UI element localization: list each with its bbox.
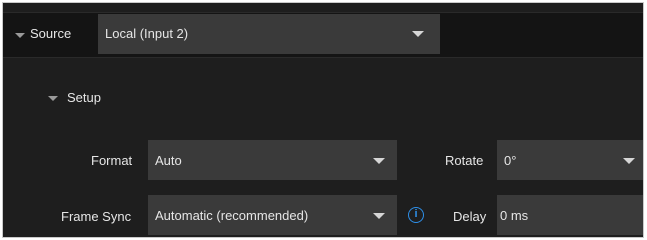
rotate-dropdown[interactable]: 0° [497,140,643,180]
source-row: Source Local (Input 2) [3,12,643,58]
frame-sync-dropdown[interactable]: Automatic (recommended) [148,195,397,235]
delay-label: Delay [453,209,487,224]
format-label: Format [91,153,133,168]
setup-label: Setup [67,90,101,105]
chevron-down-icon [373,158,385,164]
input-settings-panel: Source Local (Input 2) Setup Format Auto… [2,2,644,238]
delay-input-value: 0 ms [500,208,529,223]
rotate-dropdown-value: 0° [504,153,517,168]
format-dropdown-value: Auto [155,153,182,168]
chevron-down-icon [373,213,385,219]
rotate-label: Rotate [445,153,484,168]
frame-sync-label: Frame Sync [61,209,132,224]
frame-sync-dropdown-value: Automatic (recommended) [155,208,309,223]
chevron-down-icon [412,31,424,37]
format-dropdown[interactable]: Auto [148,140,397,180]
source-label: Source [30,26,72,41]
source-dropdown[interactable]: Local (Input 2) [98,14,440,54]
collapse-setup-icon[interactable] [48,96,58,101]
collapse-source-icon[interactable] [15,33,25,38]
info-icon[interactable]: i [408,207,424,223]
source-dropdown-value: Local (Input 2) [105,26,189,41]
chevron-down-icon [623,158,635,164]
delay-input[interactable]: 0 ms [497,195,643,235]
